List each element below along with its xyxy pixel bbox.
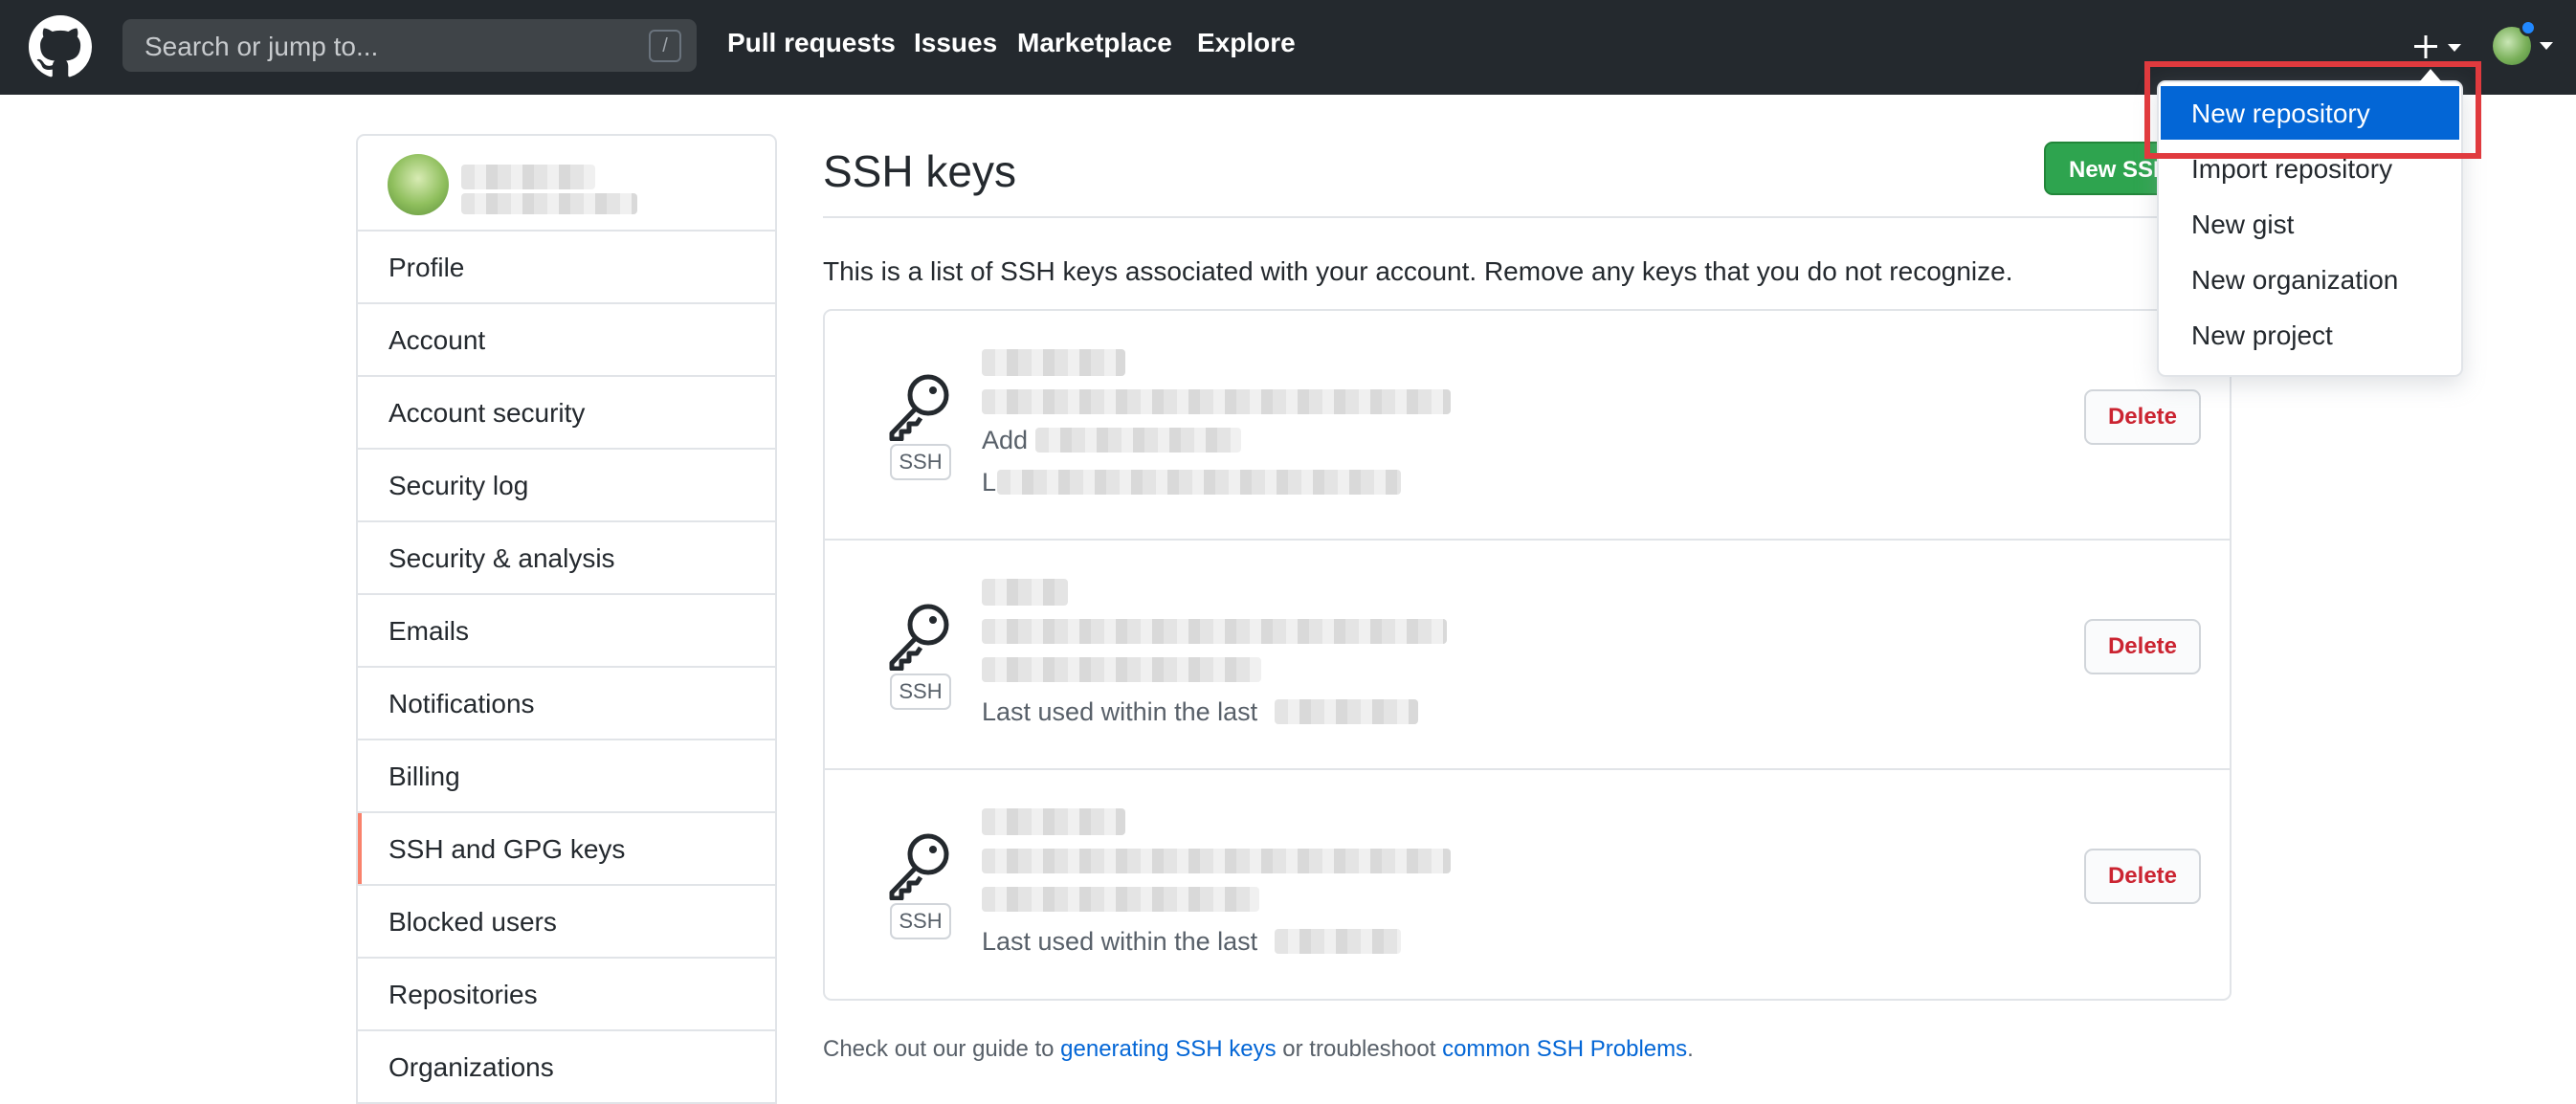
footer-note: Check out our guide to generating SSH ke… [823,1036,1694,1063]
sidebar-item-label: Repositories [389,980,538,1009]
sidebar-item-organizations[interactable]: Organizations [358,1031,775,1104]
menu-item-label: New project [2191,320,2333,350]
sidebar-item-blocked-users[interactable]: Blocked users [358,886,775,959]
nav-marketplace[interactable]: Marketplace [1017,28,1172,58]
search-placeholder: Search or jump to... [144,32,379,61]
footer-prefix: Check out our guide to [823,1036,1061,1062]
notification-dot [2520,19,2537,36]
sidebar-item-label: Notifications [389,689,535,718]
key-icon [889,604,949,671]
delete-key-button[interactable]: Delete [2084,619,2201,674]
menu-item-new-gist[interactable]: New gist [2161,197,2459,251]
key-added-text: Add [982,426,1029,454]
footer-suffix: . [1687,1036,1694,1062]
sidebar-item-account[interactable]: Account [358,304,775,377]
sidebar-item-profile[interactable]: Profile [358,232,775,304]
list-item: SSH Add L Delete [825,311,2230,541]
redacted-fingerprint [982,389,1451,414]
redacted-added-date [982,657,1261,682]
redacted-last-used [1275,699,1418,724]
nav-issues[interactable]: Issues [914,28,997,58]
new-ssh-key-label: New SSH [2069,157,2170,183]
key-last-used-text: Last used within the last [982,697,1258,726]
redacted-username [461,165,595,189]
page-title: SSH keys [823,146,1016,196]
chevron-down-icon[interactable] [2540,42,2553,50]
key-icon [889,374,949,441]
github-logo-icon[interactable] [29,15,92,78]
avatar [388,154,449,215]
redacted-added-date [1035,428,1241,453]
sidebar-item-label: Security & analysis [389,543,615,573]
sidebar-item-label: Account security [389,398,586,428]
redacted-fingerprint [982,619,1447,644]
annotation-highlight-box [2144,61,2481,159]
ssh-badge: SSH [890,903,951,939]
menu-item-label: New organization [2191,265,2399,295]
redacted-username [461,193,637,214]
sidebar-item-ssh-gpg-keys[interactable]: SSH and GPG keys [358,813,775,886]
sidebar-item-label: Emails [389,616,470,646]
footer-middle: or troubleshoot [1276,1036,1443,1062]
sidebar-item-label: Billing [389,762,460,791]
redacted-last-used [1275,929,1401,954]
delete-key-button[interactable]: Delete [2084,389,2201,445]
sidebar-item-billing[interactable]: Billing [358,740,775,813]
redacted-fingerprint [982,849,1451,873]
key-icon [889,833,949,900]
redacted-added-date [982,887,1259,912]
list-item: SSH Last used within the last Delete [825,770,2230,1000]
redacted-last-used [997,470,1401,495]
key-last-used-text: L [982,468,997,497]
sidebar-item-security-log[interactable]: Security log [358,450,775,522]
common-ssh-problems-link[interactable]: common SSH Problems [1442,1036,1687,1062]
sidebar-item-label: Organizations [389,1052,554,1082]
intro-text: This is a list of SSH keys associated wi… [823,256,2013,286]
menu-item-new-organization[interactable]: New organization [2161,253,2459,306]
sidebar-item-label: Profile [389,253,465,282]
sidebar-item-label: SSH and GPG keys [389,834,626,864]
ssh-badge: SSH [890,673,951,710]
sidebar-item-emails[interactable]: Emails [358,595,775,668]
sidebar-item-account-security[interactable]: Account security [358,377,775,450]
redacted-key-title [982,349,1125,376]
ssh-keys-list: SSH Add L Delete SSH Last used within th… [823,309,2232,1001]
delete-key-button[interactable]: Delete [2084,849,2201,904]
menu-item-new-project[interactable]: New project [2161,308,2459,362]
search-input[interactable]: Search or jump to... / [122,19,697,72]
redacted-key-title [982,579,1068,606]
divider [823,216,2232,218]
nav-explore[interactable]: Explore [1197,28,1296,58]
sidebar-item-label: Security log [389,471,529,500]
menu-item-label: New gist [2191,210,2295,239]
sidebar-item-notifications[interactable]: Notifications [358,668,775,740]
redacted-key-title [982,808,1125,835]
ssh-badge: SSH [890,444,951,480]
list-item: SSH Last used within the last Delete [825,541,2230,770]
sidebar-item-label: Account [389,325,486,355]
settings-sidebar: Profile Account Account security Securit… [356,134,777,1104]
nav-pull-requests[interactable]: Pull requests [727,28,896,58]
generating-ssh-keys-link[interactable]: generating SSH keys [1060,1036,1276,1062]
sidebar-item-repositories[interactable]: Repositories [358,959,775,1031]
sidebar-item-security-analysis[interactable]: Security & analysis [358,522,775,595]
sidebar-item-label: Blocked users [389,907,557,937]
sidebar-user-header [358,136,775,232]
key-last-used-text: Last used within the last [982,927,1258,956]
search-shortcut-hint: / [649,30,681,62]
